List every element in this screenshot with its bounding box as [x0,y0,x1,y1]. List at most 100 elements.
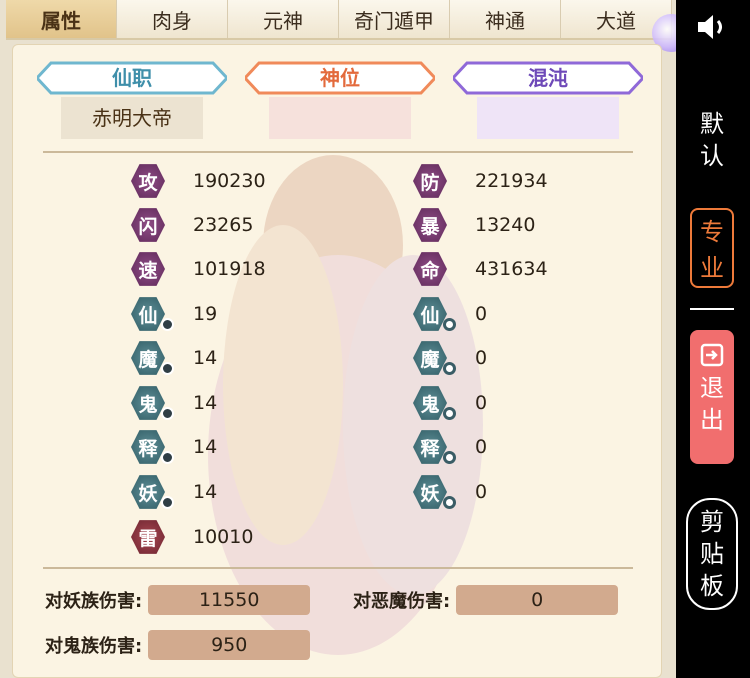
pro-mode-button[interactable]: 专业 [690,208,734,288]
immortal-icon: 仙 [131,297,165,331]
attributes-panel: 仙职 赤明大帝 神位 混沌 攻 190230 闪 23265 速 101918 … [12,44,662,678]
damage-label: 对恶魔伤害: [353,591,451,612]
damage-vs-demon: 对恶魔伤害: 0 [353,585,619,615]
divider [690,308,734,310]
divider [43,151,633,153]
tab-divine[interactable]: 神通 [450,0,561,38]
damage-value: 11550 [148,585,311,615]
demon-icon: 魔 [131,341,165,375]
sword-badge-icon [161,407,174,420]
stat-buddha-atk: 释 14 [131,427,217,467]
damage-vs-yao: 对妖族伤害: 11550 [45,585,311,615]
rank-label: 混沌 [528,66,568,90]
sword-badge-icon [161,362,174,375]
speaker-icon[interactable] [696,12,728,42]
stat-value: 101918 [193,258,266,280]
damage-value: 0 [456,585,619,615]
stat-ghost-def: 鬼 0 [413,383,487,423]
rank-value [477,97,619,139]
stat-yao-atk: 妖 14 [131,472,217,512]
stat-hp: 命 431634 [413,249,548,289]
stat-value: 13240 [475,214,536,236]
stat-value: 14 [193,392,218,414]
rank-value [269,97,411,139]
shield-badge-icon [443,451,456,464]
stat-demon-def: 魔 0 [413,338,487,378]
exit-icon [700,343,724,367]
stat-yao-def: 妖 0 [413,472,487,512]
stat-immortal-def: 仙 0 [413,294,487,334]
stat-value: 221934 [475,170,548,192]
shield-badge-icon [443,362,456,375]
tab-spirit[interactable]: 元神 [228,0,339,38]
stat-value: 0 [475,303,488,325]
stat-thunder: 雷 10010 [131,517,253,557]
rank-value: 赤明大帝 [61,97,203,139]
defense-icon: 防 [413,164,447,198]
tab-bar: 属性 肉身 元神 奇门遁甲 神通 大道 [6,0,676,52]
pro-mode-label: 专业 [700,218,724,282]
default-mode-button[interactable]: 默认 [686,108,738,172]
stat-value: 431634 [475,258,548,280]
buddha-icon: 释 [131,430,165,464]
stat-value: 10010 [193,526,254,548]
attack-icon: 攻 [131,164,165,198]
damage-value: 950 [148,630,311,660]
tab-body[interactable]: 肉身 [117,0,228,38]
stat-value: 14 [193,436,218,458]
clipboard-label: 剪贴板 [700,508,724,600]
immortal-icon: 仙 [413,297,447,331]
stat-value: 0 [475,436,488,458]
stat-defense: 防 221934 [413,161,548,201]
hp-icon: 命 [413,252,447,286]
stat-value: 14 [193,347,218,369]
shield-badge-icon [443,496,456,509]
thunder-icon: 雷 [131,520,165,554]
buddha-icon: 释 [413,430,447,464]
default-mode-label: 默认 [700,110,724,170]
stat-ghost-atk: 鬼 14 [131,383,217,423]
shield-badge-icon [443,318,456,331]
ghost-icon: 鬼 [131,386,165,420]
damage-label: 对妖族伤害: [45,591,143,612]
stat-speed: 速 101918 [131,249,266,289]
clipboard-button[interactable]: 剪贴板 [686,498,738,610]
exit-label: 退出 [700,374,724,434]
tab-attributes[interactable]: 属性 [6,0,117,38]
stat-value: 0 [475,392,488,414]
exit-button[interactable]: 退出 [690,330,734,464]
sword-badge-icon [161,496,174,509]
rank-xianzhi: 仙职 赤明大帝 [37,61,227,139]
yao-icon: 妖 [413,475,447,509]
stat-value: 19 [193,303,218,325]
damage-label: 对鬼族伤害: [45,636,143,657]
dodge-icon: 闪 [131,208,165,242]
stat-value: 190230 [193,170,266,192]
stat-dodge: 闪 23265 [131,205,253,245]
demon-icon: 魔 [413,341,447,375]
rank-label: 仙职 [112,66,152,90]
stat-demon-atk: 魔 14 [131,338,217,378]
crit-icon: 暴 [413,208,447,242]
rank-label: 神位 [320,66,360,90]
ghost-icon: 鬼 [413,386,447,420]
stat-attack: 攻 190230 [131,161,266,201]
shield-badge-icon [443,407,456,420]
stat-buddha-def: 释 0 [413,427,487,467]
rank-shenwei: 神位 [245,61,435,139]
divider [43,567,633,569]
stat-crit: 暴 13240 [413,205,535,245]
damage-vs-ghost: 对鬼族伤害: 950 [45,630,311,660]
stat-value: 14 [193,481,218,503]
speed-icon: 速 [131,252,165,286]
tab-qimen[interactable]: 奇门遁甲 [339,0,450,38]
stat-value: 0 [475,347,488,369]
stat-immortal-atk: 仙 19 [131,294,217,334]
stat-value: 0 [475,481,488,503]
sword-badge-icon [161,451,174,464]
stat-value: 23265 [193,214,254,236]
yao-icon: 妖 [131,475,165,509]
rank-hundun: 混沌 [453,61,643,139]
game-panel: 属性 肉身 元神 奇门遁甲 神通 大道 仙职 赤明大帝 神位 混沌 攻 1902… [0,0,676,678]
sword-badge-icon [161,318,174,331]
